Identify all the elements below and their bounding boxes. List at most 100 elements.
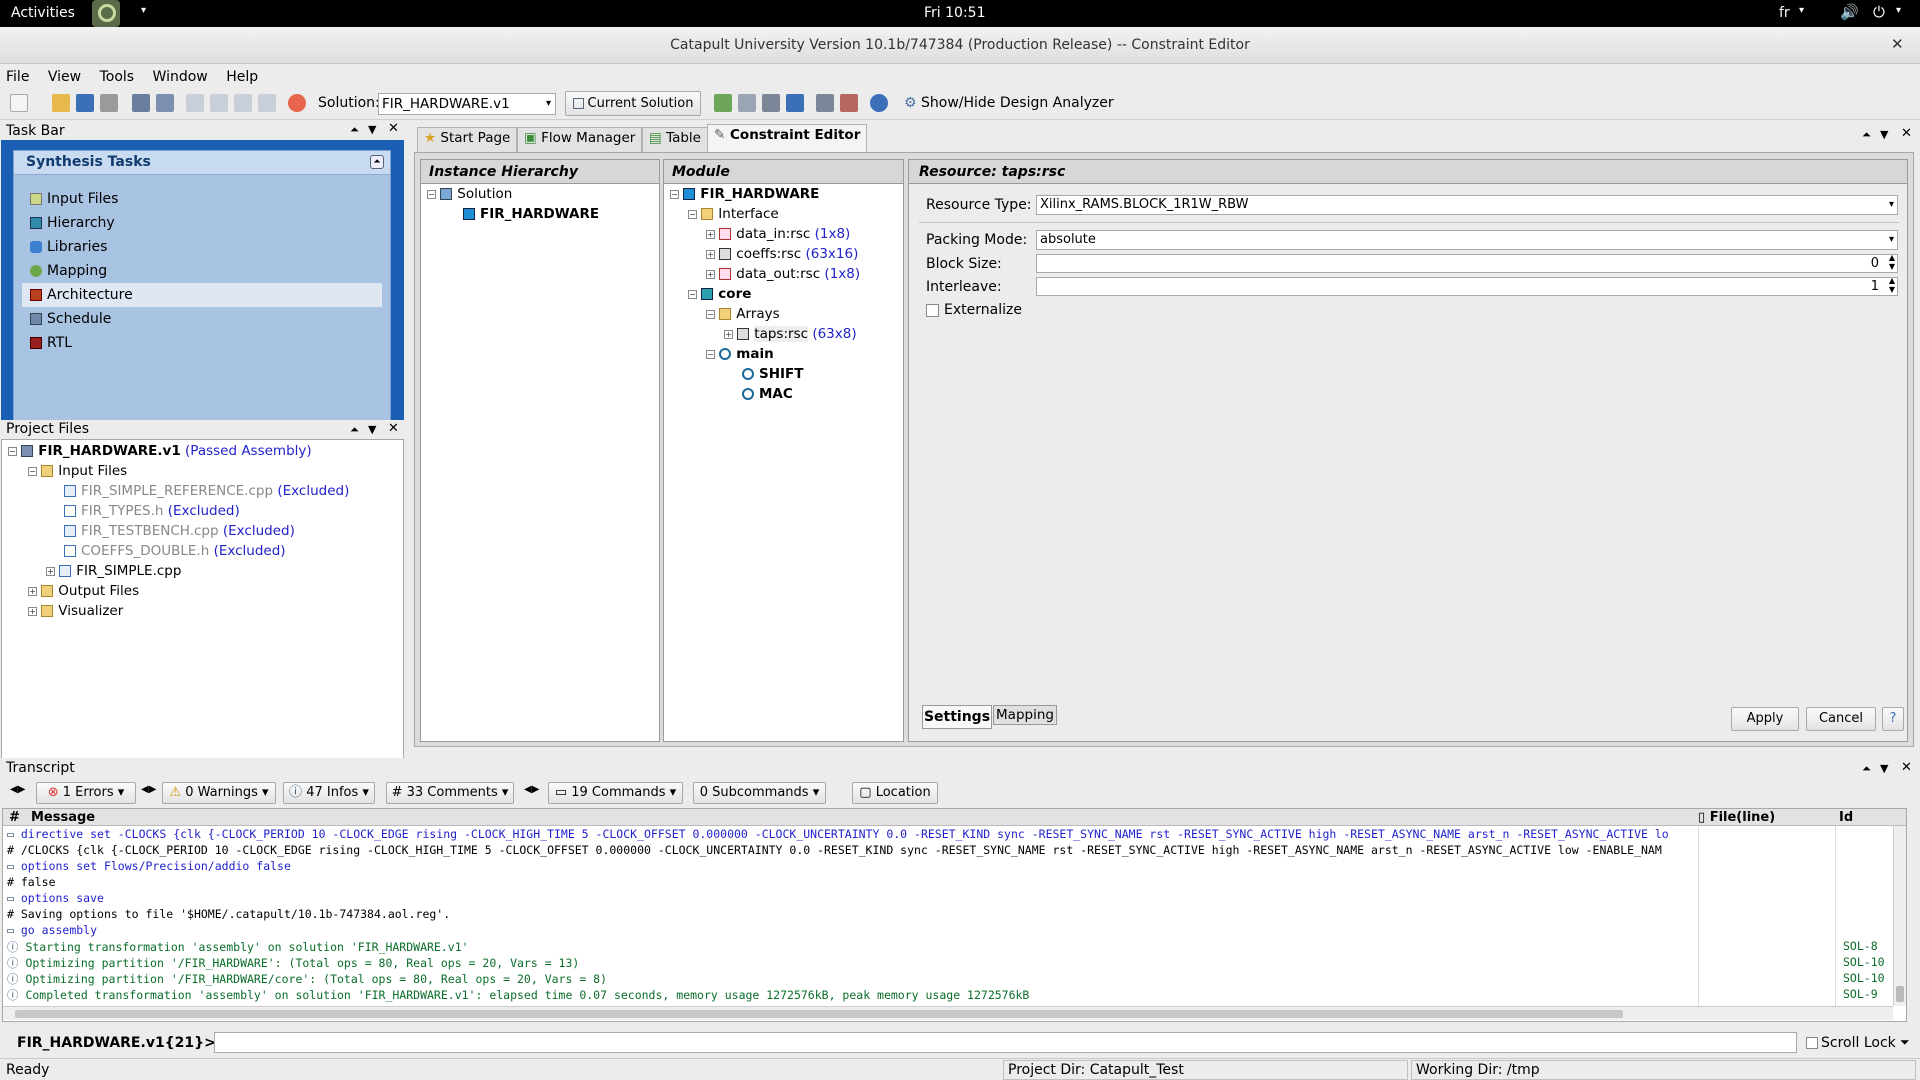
log-line[interactable]: ⓘ Starting transformation 'assembly' on … bbox=[7, 939, 1697, 955]
loop-mac[interactable]: MAC bbox=[670, 386, 860, 406]
tree-root[interactable]: − FIR_HARDWARE.v1 (Passed Assembly) bbox=[8, 443, 349, 463]
help-icon[interactable]: ? bbox=[1882, 707, 1904, 731]
tree-visualizer[interactable]: + Visualizer bbox=[8, 603, 349, 623]
module-root[interactable]: − FIR_HARDWARE bbox=[670, 186, 860, 206]
tab-start-page[interactable]: ★ Start Page bbox=[417, 127, 518, 152]
comments-filter[interactable]: # 33 Comments ▾ bbox=[386, 782, 514, 804]
infos-filter[interactable]: ⓘ 47 Infos ▾ bbox=[283, 782, 375, 804]
task-rtl[interactable]: RTL bbox=[22, 331, 382, 355]
config-icon[interactable] bbox=[762, 94, 780, 112]
task-libraries[interactable]: Libraries bbox=[22, 235, 382, 259]
design-analyzer-button[interactable]: ⚙ Show/Hide Design Analyzer bbox=[904, 95, 1114, 111]
edit-icon-1[interactable] bbox=[186, 94, 204, 112]
replace-icon[interactable] bbox=[156, 94, 174, 112]
subcommands-filter[interactable]: 0 Subcommands ▾ bbox=[693, 782, 826, 804]
find-icon[interactable] bbox=[132, 94, 150, 112]
command-input[interactable] bbox=[214, 1032, 1797, 1053]
file-item[interactable]: FIR_TYPES.h (Excluded) bbox=[8, 503, 349, 523]
log-line[interactable]: ▭ go assembly bbox=[7, 923, 1697, 939]
cancel-button[interactable]: Cancel bbox=[1806, 707, 1876, 731]
scroll-lock-checkbox[interactable] bbox=[1806, 1037, 1818, 1049]
log-line[interactable]: ▭ directive set -CLOCKS {clk {-CLOCK_PER… bbox=[7, 827, 1697, 843]
open-folder-icon[interactable] bbox=[52, 94, 70, 112]
report-icon[interactable] bbox=[816, 94, 834, 112]
volume-icon[interactable]: 🔊 bbox=[1840, 3, 1859, 21]
port-data-in[interactable]: + data_in:rsc (1x8) bbox=[670, 226, 860, 246]
log-line[interactable]: ⓘ Optimizing partition '/FIR_HARDWARE': … bbox=[7, 955, 1697, 971]
tree-input-files[interactable]: − Input Files bbox=[8, 463, 349, 483]
menu-view[interactable]: View bbox=[48, 69, 81, 85]
task-architecture[interactable]: Architecture bbox=[22, 283, 382, 307]
vertical-scrollbar[interactable] bbox=[1893, 826, 1906, 1006]
float-icon[interactable]: ⏶ bbox=[1862, 128, 1871, 142]
file-item[interactable]: FIR_TESTBENCH.cpp (Excluded) bbox=[8, 523, 349, 543]
module-interface[interactable]: − Interface bbox=[670, 206, 860, 226]
edit-icon-2[interactable] bbox=[210, 94, 228, 112]
menu-file[interactable]: File bbox=[6, 69, 29, 85]
file-column-header[interactable]: ▯ File(line) bbox=[1698, 810, 1775, 825]
task-hierarchy[interactable]: Hierarchy bbox=[22, 211, 382, 235]
schematic-icon[interactable] bbox=[840, 94, 858, 112]
file-item[interactable]: FIR_SIMPLE_REFERENCE.cpp (Excluded) bbox=[8, 483, 349, 503]
flow-icon[interactable] bbox=[714, 94, 732, 112]
process-main[interactable]: − main bbox=[670, 346, 860, 366]
collapse-icon[interactable]: ⏶ bbox=[370, 155, 384, 169]
tree-output-files[interactable]: + Output Files bbox=[8, 583, 349, 603]
tab-table[interactable]: ▤ Table bbox=[642, 127, 708, 152]
save-icon[interactable] bbox=[76, 94, 94, 112]
externalize-checkbox[interactable] bbox=[926, 304, 939, 317]
log-line[interactable]: # false bbox=[7, 875, 1697, 891]
float-icon[interactable]: ⏶ bbox=[350, 123, 359, 137]
float-icon[interactable]: ⏶ bbox=[1862, 762, 1871, 776]
close-icon[interactable]: ✕ bbox=[1901, 126, 1912, 141]
activities-button[interactable]: Activities bbox=[11, 5, 75, 21]
log-line[interactable]: # Saving options to file '$HOME/.catapul… bbox=[7, 907, 1697, 923]
menu-help[interactable]: Help bbox=[226, 69, 258, 85]
help-icon[interactable] bbox=[870, 94, 888, 112]
chevron-down-icon[interactable]: ▼ bbox=[368, 123, 376, 136]
commands-filter[interactable]: ▭ 19 Commands ▾ bbox=[548, 782, 683, 804]
block-size-spinbox[interactable]: 0 ▲ ▼ bbox=[1036, 253, 1898, 273]
chevron-down-icon[interactable]: ▼ bbox=[368, 423, 376, 436]
file-item[interactable]: + FIR_SIMPLE.cpp bbox=[8, 563, 349, 583]
log-line[interactable]: ⓘ Optimizing partition '/FIR_HARDWARE/co… bbox=[7, 971, 1697, 987]
app-menu-arrow-icon[interactable]: ▾ bbox=[141, 5, 146, 16]
menu-window[interactable]: Window bbox=[153, 69, 208, 85]
prev-warning-icon[interactable]: ◀▶ bbox=[141, 784, 156, 795]
packing-mode-select[interactable]: absolute ▾ bbox=[1036, 230, 1898, 250]
task-schedule[interactable]: Schedule bbox=[22, 307, 382, 331]
tab-flow-manager[interactable]: ▣ Flow Manager bbox=[517, 127, 643, 152]
log-line[interactable]: ⓘ Completed transformation 'assembly' on… bbox=[7, 987, 1697, 1003]
instance-solution[interactable]: − Solution bbox=[427, 186, 599, 206]
close-icon[interactable]: ✕ bbox=[1901, 760, 1912, 775]
chevron-down-icon[interactable]: ▼ bbox=[1880, 762, 1888, 775]
log-line[interactable]: # /CLOCKS {clk {-CLOCK_PERIOD 10 -CLOCK_… bbox=[7, 843, 1697, 859]
prev-error-icon[interactable]: ◀▶ bbox=[10, 784, 25, 795]
resource-type-select[interactable]: Xilinx_RAMS.BLOCK_1R1W_RBW ▾ bbox=[1036, 195, 1898, 215]
tab-constraint-editor[interactable]: ✎ Constraint Editor bbox=[707, 124, 868, 152]
float-icon[interactable]: ⏶ bbox=[350, 423, 359, 437]
menu-tools[interactable]: Tools bbox=[100, 69, 135, 85]
close-icon[interactable]: ✕ bbox=[388, 121, 399, 136]
warnings-filter[interactable]: ⚠ 0 Warnings ▾ bbox=[162, 782, 276, 804]
module-core[interactable]: − core bbox=[670, 286, 860, 306]
new-file-icon[interactable] bbox=[10, 94, 28, 112]
solution-select[interactable]: FIR_HARDWARE.v1 ▾ bbox=[378, 93, 556, 115]
tab-mapping[interactable]: Mapping bbox=[993, 705, 1057, 725]
tools-icon[interactable] bbox=[738, 94, 756, 112]
errors-filter[interactable]: ⊗ 1 Errors ▾ bbox=[36, 782, 136, 804]
file-item[interactable]: COEFFS_DOUBLE.h (Excluded) bbox=[8, 543, 349, 563]
log-line[interactable]: ▭ options save bbox=[7, 891, 1697, 907]
clear-icon[interactable]: ⏷ bbox=[1900, 1035, 1910, 1050]
array-taps[interactable]: + taps:rsc (63x8) bbox=[670, 326, 860, 346]
task-mapping[interactable]: Mapping bbox=[22, 259, 382, 283]
clock[interactable]: Fri 10:51 bbox=[924, 5, 985, 21]
task-input-files[interactable]: Input Files bbox=[22, 187, 382, 211]
power-icon[interactable]: ⏻ bbox=[1873, 3, 1885, 21]
print-icon[interactable] bbox=[100, 94, 118, 112]
log-line[interactable]: ▭ options set Flows/Precision/addio fals… bbox=[7, 859, 1697, 875]
edit-icon-3[interactable] bbox=[234, 94, 252, 112]
stop-icon[interactable] bbox=[288, 94, 306, 112]
interleave-spinbox[interactable]: 1 ▲ ▼ bbox=[1036, 276, 1898, 296]
edit-icon-4[interactable] bbox=[258, 94, 276, 112]
